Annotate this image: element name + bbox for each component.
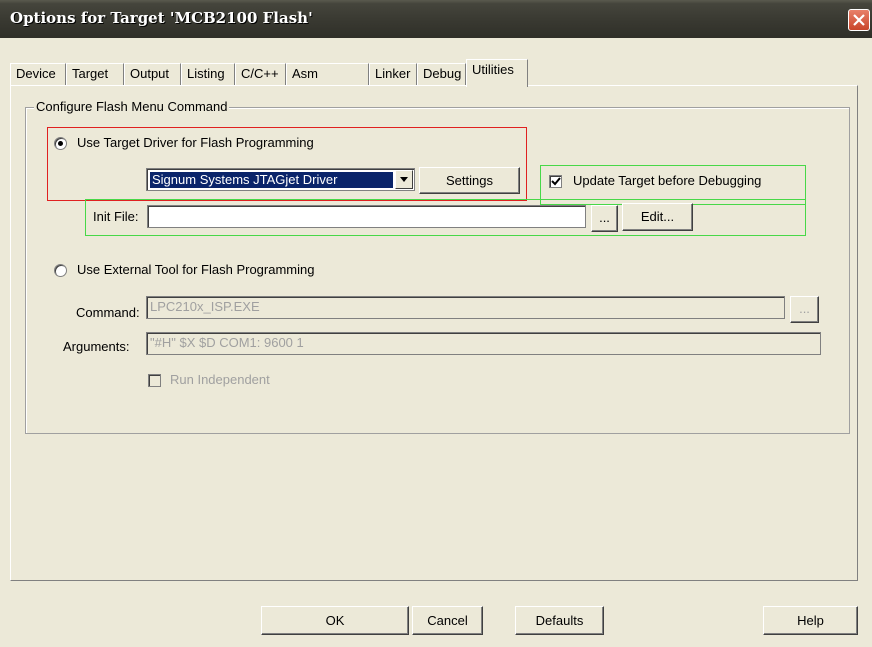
command-browse-button[interactable]: ... [790, 296, 819, 323]
init-file-edit-button[interactable]: Edit... [622, 203, 693, 231]
options-dialog: Options for Target 'MCB2100 Flash' Devic… [0, 0, 872, 647]
close-icon [853, 14, 865, 26]
command-input[interactable]: LPC210x_ISP.EXE [146, 296, 785, 319]
driver-select-arrow[interactable] [395, 170, 413, 189]
defaults-button[interactable]: Defaults [515, 606, 604, 635]
help-button[interactable]: Help [763, 606, 858, 635]
use-external-tool-radio[interactable] [54, 264, 67, 277]
tab-target[interactable]: Target [66, 63, 124, 85]
tab-cpp[interactable]: C/C++ [235, 63, 286, 85]
arguments-label: Arguments: [63, 339, 130, 354]
window-title: Options for Target 'MCB2100 Flash' [10, 9, 313, 27]
use-external-tool-label[interactable]: Use External Tool for Flash Programming [77, 262, 314, 277]
driver-select[interactable]: Signum Systems JTAGjet Driver [146, 168, 415, 191]
run-independent-checkbox[interactable] [148, 374, 161, 387]
cancel-button[interactable]: Cancel [412, 606, 483, 635]
arguments-input[interactable]: "#H" $X $D COM1: 9600 1 [146, 332, 821, 355]
update-target-label[interactable]: Update Target before Debugging [573, 173, 761, 188]
tab-asm[interactable]: Asm [286, 63, 369, 85]
tab-utilities[interactable]: Utilities [466, 59, 528, 87]
ok-button[interactable]: OK [261, 606, 409, 635]
init-file-input[interactable] [147, 205, 586, 228]
tab-linker[interactable]: Linker [369, 63, 417, 85]
init-file-label: Init File: [93, 209, 139, 224]
group-legend: Configure Flash Menu Command [34, 99, 230, 114]
chevron-down-icon [400, 177, 408, 182]
checkmark-icon [551, 177, 561, 186]
use-target-driver-label[interactable]: Use Target Driver for Flash Programming [77, 135, 314, 150]
tab-listing[interactable]: Listing [181, 63, 235, 85]
update-target-checkbox[interactable] [549, 175, 562, 188]
tab-device[interactable]: Device [10, 63, 66, 85]
tab-debug[interactable]: Debug [417, 63, 466, 85]
run-independent-label[interactable]: Run Independent [170, 372, 270, 387]
command-label: Command: [76, 305, 140, 320]
title-bar[interactable]: Options for Target 'MCB2100 Flash' [0, 0, 872, 38]
use-target-driver-radio[interactable] [54, 137, 67, 150]
close-button[interactable] [848, 9, 870, 31]
driver-select-value: Signum Systems JTAGjet Driver [150, 172, 393, 188]
tab-output[interactable]: Output [124, 63, 181, 85]
settings-button[interactable]: Settings [419, 167, 520, 194]
init-file-browse-button[interactable]: ... [591, 205, 618, 232]
